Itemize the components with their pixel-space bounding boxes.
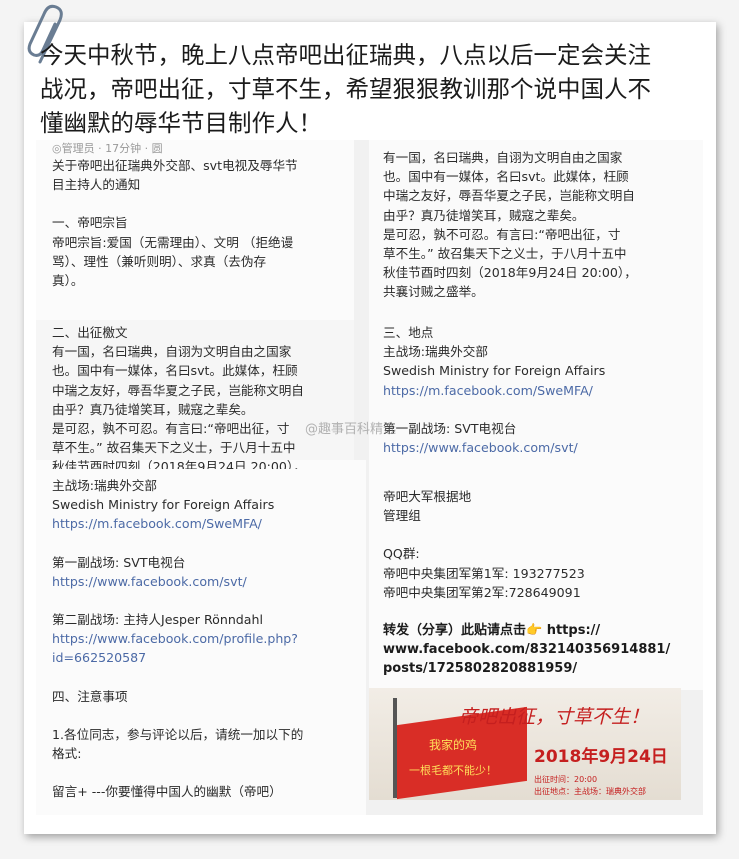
text-line: 中瑞之友好，辱吾华夏之子民，岂能称文明自 [383,188,635,204]
text-line: Swedish Ministry for Foreign Affairs [52,497,275,513]
text-line: www.facebook.com/832140356914881/ [383,642,671,658]
text-line: 主战场:瑞典外交部 [52,478,157,493]
headline: 今天中秋节，晚上八点帝吧出征瑞典，八点以后一定会关注 战况，帝吧出征，寸草不生，… [40,38,690,140]
text-line: 第一副战场: SVT电视台 [383,420,517,436]
text-line: 也。国中有一媒体，名曰svt。此媒体，枉顾 [383,169,629,185]
text-line: 由乎？真乃徒增笑耳，贼寇之辈矣。 [52,401,254,417]
text-line: 骂）、理性（兼听则明）、求真（去伪存 [52,253,267,269]
text-line: 秋佳节酉时四刻（2018年9月24日 20:00）， [383,265,637,281]
right-mid-column: 三、地点主战场:瑞典外交部 Swedish Ministry for Foreig… [383,323,605,457]
text-line: 真）。 [52,273,84,289]
link-text[interactable]: id=662520587 [52,648,303,667]
banner-time: 出征时间：20:00 [534,775,598,784]
text-line: Swedish Ministry for Foreign Affairs [383,363,606,379]
text-line: 有一国，名曰瑞典，自诩为文明自由之国家 [383,150,623,165]
banner-date: 2018年9月24日 [534,747,668,767]
text-line: posts/1725802820881959/ [383,661,578,677]
text-line: 格式: [52,746,82,762]
text-line: 草不生。” 故召集天下之义士，于八月十五中 [383,246,627,262]
text-line: 目主持人的通知 [52,177,141,193]
banner-place: 出征地点：主战场：瑞典外交部 [534,787,646,796]
link-text[interactable]: https://www.facebook.com/svt/ [383,438,605,457]
text-line: 也。国中有一媒体，名曰svt。此媒体，枉顾 [52,363,298,379]
event-banner: 我家的鸡 一根毛都不能少！ 帝吧出征，寸草不生！ 2018年9月24日 出征时间… [369,688,681,800]
text-line [52,668,303,687]
text-line: QQ群: [383,546,420,562]
text-line: 共襄讨贼之盛举。 [383,284,484,300]
watermark: @趣事百科精选 [305,422,397,437]
text-line: 是可忍，孰不可忍。有言曰:“帝吧出征，寸 [52,421,290,437]
text-line: 第一副战场: SVT电视台 [52,554,186,570]
headline-line: 战况，帝吧出征，寸草不生，希望狠狠教训那个说中国人不 [40,75,651,103]
text-line: 留言+ ---你要懂得中国人的幽默（帝吧） [52,784,282,800]
text-line [52,706,303,725]
link-text[interactable]: https://m.facebook.com/SweMFA/ [52,514,303,533]
text-line [52,591,303,610]
headline-line: 今天中秋节，晚上八点帝吧出征瑞典，八点以后一定会关注 [40,41,651,69]
link-text[interactable]: https://www.facebook.com/profile.php? [52,629,303,648]
section-heading: 一、帝吧宗旨 [52,215,128,231]
text-line: 秋佳节酉时四刻（2018年9月24日 20:00）， [52,459,306,470]
text-line: 由乎？真乃徒增笑耳，贼寇之辈矣。 [383,207,585,223]
text-line: 管理组 [383,508,421,524]
headline-line: 懂幽默的辱华节目制作人！ [40,109,322,137]
text-line [52,534,303,553]
section-heading: 二、出征檄文 [52,325,128,340]
left-top-column: ◎管理员 · 17分钟 · 圆 关于帝吧出征瑞典外交部、svt电视及辱华节 目主… [52,142,298,290]
text-line: 转发（分享）此贴请点击👉 https:// [383,623,601,639]
post-meta: ◎管理员 · 17分钟 · 圆 [52,142,163,155]
right-bottom-column: 帝吧大军根据地 管理组 QQ群: 帝吧中央集团军第1军: 193277523 帝吧中央集… [383,487,670,679]
text-line: 有一国，名曰瑞典，自诩为文明自由之国家 [52,344,292,360]
text-line [383,525,670,544]
text-line: 三、地点 [383,325,434,340]
text-line: 草不生。” 故召集天下之义士，于八月十五中 [52,440,296,456]
text-line: 帝吧中央集团军第2军:728649091 [383,584,581,600]
flag-text: 一根毛都不能少！ [409,764,497,777]
left-bottom-column: 主战场:瑞典外交部 Swedish Ministry for Foreign Af… [52,476,303,801]
text-line [383,400,605,419]
text-line: 是可忍，孰不可忍。有言曰:“帝吧出征，寸 [383,226,621,242]
text-line: 中瑞之友好，辱吾华夏之子民，岂能称文明自 [52,382,304,398]
link-text[interactable]: https://m.facebook.com/SweMFA/ [383,381,605,400]
text-line: 帝吧宗旨:爱国（无需理由）、文明 （拒绝谩 [52,234,294,250]
text-line: 帝吧大军根据地 [383,489,472,504]
left-mid-column: 二、出征檄文 有一国，名曰瑞典，自诩为文明自由之国家 也。国中有一媒体，名曰sv… [52,323,306,469]
text-line: 第二副战场: 主持人Jesper Rönndahl [52,612,263,628]
right-top-column: 有一国，名曰瑞典，自诩为文明自由之国家 也。国中有一媒体，名曰svt。此媒体，枉… [383,148,637,302]
text-line: 主战场:瑞典外交部 [383,344,488,360]
text-line: 帝吧中央集团军第1军: 193277523 [383,565,585,581]
text-line [52,194,298,213]
link-text[interactable]: https://www.facebook.com/svt/ [52,572,303,591]
text-line [52,763,303,782]
text-line: 关于帝吧出征瑞典外交部、svt电视及辱华节 [52,158,298,173]
text-line: 四、注意事项 [52,688,128,704]
text-line [383,602,670,621]
text-line: 1.各位同志，参与评论以后，请统一加以下的 [52,726,304,742]
banner-title: 帝吧出征，寸草不生！ [459,706,650,728]
flag-text: 我家的鸡 [429,738,478,752]
